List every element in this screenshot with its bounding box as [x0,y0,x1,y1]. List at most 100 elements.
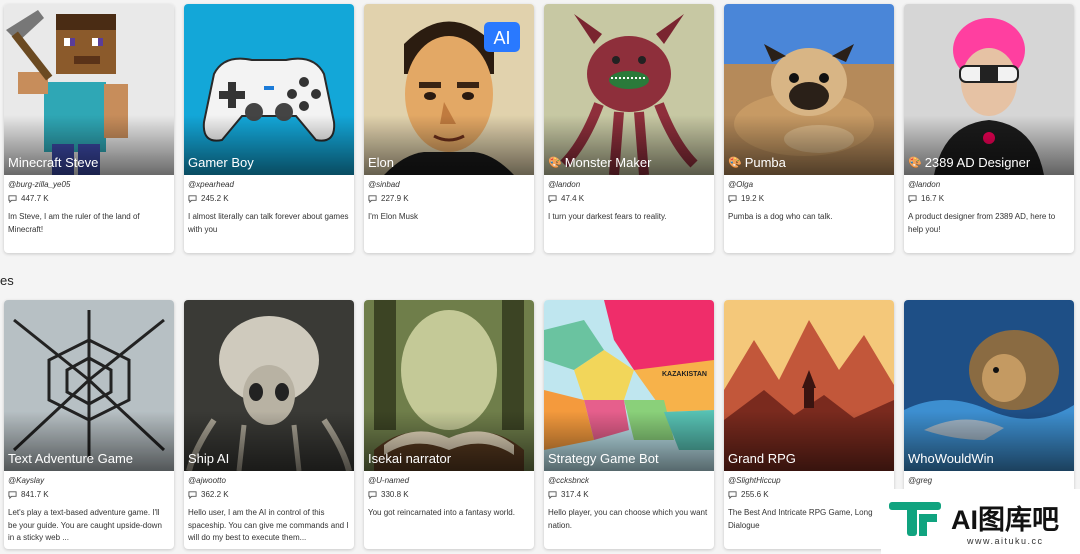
card-description: The Best And Intricate RPG Game, Long Di… [728,508,873,530]
characters-row-1: Minecraft Steve @burg-zilla_ye05 447.7 K… [4,4,1080,253]
card-thumbnail: 🎨 2389 AD Designer [904,4,1074,175]
card-meta: @landon 47.4 K I turn your darkest fears… [544,175,714,253]
card-author[interactable]: @Olga [728,180,890,191]
card-meta: @Olga 19.2 K Pumba is a dog who can talk… [724,175,894,253]
character-card-monster-maker[interactable]: 🎨 Monster Maker @landon 47.4 K I turn you… [544,4,714,253]
character-card-2389-ad-designer[interactable]: 🎨 2389 AD Designer @landon 16.7 K A produ… [904,4,1074,253]
chat-bubble-icon [728,490,737,499]
card-description: Hello user, I am the AI in control of th… [188,508,349,542]
chat-bubble-icon [908,194,917,203]
card-thumbnail: Ship AI [184,300,354,471]
card-author[interactable]: @sinbad [368,180,530,191]
card-title: WhoWouldWin [908,451,994,466]
chat-count: 227.9 K [368,191,530,205]
card-author[interactable]: @ccksbnck [548,476,710,487]
character-card-elon[interactable]: AI Elon @sinbad 227.9 K I'm Elon Musk [364,4,534,253]
card-thumbnail: Minecraft Steve [4,4,174,175]
palette-icon: 🎨 [728,157,742,169]
card-author[interactable]: @Kayslay [8,476,170,487]
palette-icon: 🎨 [908,157,922,169]
chat-count: 255.6 K [728,487,890,501]
watermark-url: www.aituku.cc [967,535,1044,546]
card-thumbnail: Grand RPG [724,300,894,471]
card-thumbnail: KAZAKISTAN Strategy Game Bot [544,300,714,471]
chat-count: 317.4 K [548,487,710,501]
character-card-gamer-boy[interactable]: Gamer Boy @xpearhead 245.2 K I almost li… [184,4,354,253]
card-author[interactable]: @landon [908,180,1070,191]
card-thumbnail: 🎨 Monster Maker [544,4,714,175]
chat-count: 16.7 K [908,191,1070,205]
chat-count: 47.4 K [548,191,710,205]
card-description: I turn your darkest fears to reality. [548,212,667,221]
card-thumbnail: AI Elon [364,4,534,175]
chat-count: 19.2 K [728,191,890,205]
character-card-ship-ai[interactable]: Ship AI @ajwootto 362.2 K Hello user, I … [184,300,354,549]
watermark: AI图库吧 www.aituku.cc [881,489,1080,554]
chat-bubble-icon [188,194,197,203]
card-description: Let's play a text-based adventure game. … [8,508,162,542]
card-author[interactable]: @greg [908,476,1070,487]
chat-count: 330.8 K [368,487,530,501]
chat-bubble-icon [8,194,17,203]
card-description: You got reincarnated into a fantasy worl… [368,508,515,517]
card-description: I'm Elon Musk [368,212,418,221]
character-card-text-adventure-game[interactable]: Text Adventure Game @Kayslay 841.7 K Let… [4,300,174,549]
character-card-grand-rpg[interactable]: Grand RPG @SlightHiccup 255.6 K The Best… [724,300,894,549]
card-meta: @ajwootto 362.2 K Hello user, I am the A… [184,471,354,549]
card-title: Strategy Game Bot [548,451,659,466]
card-title: Isekai narrator [368,451,452,466]
card-meta: @U-named 330.8 K You got reincarnated in… [364,471,534,549]
chat-bubble-icon [368,490,377,499]
card-title: Grand RPG [728,451,796,466]
card-meta: @xpearhead 245.2 K I almost literally ca… [184,175,354,253]
card-title: Minecraft Steve [8,155,99,170]
character-card-pumba[interactable]: 🎨 Pumba @Olga 19.2 K Pumba is a dog who c… [724,4,894,253]
ai-badge: AI [493,28,510,48]
chat-count: 245.2 K [188,191,350,205]
card-author[interactable]: @ajwootto [188,476,350,487]
card-thumbnail: WhoWouldWin [904,300,1074,471]
watermark-brand: AI图库吧 [951,505,1059,535]
card-title: 🎨 2389 AD Designer [908,155,1031,170]
card-description: Im Steve, I am the ruler of the land of … [8,212,140,234]
card-author[interactable]: @U-named [368,476,530,487]
card-title: Text Adventure Game [8,451,134,466]
card-author[interactable]: @landon [548,180,710,191]
card-description: Hello player, you can choose which you w… [548,508,708,530]
card-meta: @SlightHiccup 255.6 K The Best And Intri… [724,471,894,549]
card-title: Elon [368,155,395,170]
card-thumbnail: Gamer Boy [184,4,354,175]
card-author[interactable]: @xpearhead [188,180,350,191]
card-title: Ship AI [188,451,230,466]
card-meta: @Kayslay 841.7 K Let's play a text-based… [4,471,174,549]
card-meta: @landon 16.7 K A product designer from 2… [904,175,1074,253]
card-meta: @burg-zilla_ye05 447.7 K Im Steve, I am … [4,175,174,253]
chat-bubble-icon [548,194,557,203]
card-description: A product designer from 2389 AD, here to… [908,212,1056,234]
map-region-label: KAZAKISTAN [662,371,707,378]
chat-bubble-icon [188,490,197,499]
chat-bubble-icon [8,490,17,499]
card-thumbnail: 🎨 Pumba [724,4,894,175]
card-title: Gamer Boy [188,155,254,170]
card-author[interactable]: @burg-zilla_ye05 [8,180,170,191]
section-heading-partial: es [0,273,14,288]
character-card-minecraft-steve[interactable]: Minecraft Steve @burg-zilla_ye05 447.7 K… [4,4,174,253]
card-description: Pumba is a dog who can talk. [728,212,833,221]
character-card-isekai-narrator[interactable]: Isekai narrator @U-named 330.8 K You got… [364,300,534,549]
chat-bubble-icon [548,490,557,499]
palette-icon: 🎨 [548,157,562,169]
card-title: 🎨 Pumba [728,155,786,170]
aituku-logo-icon [889,501,941,536]
character-card-strategy-game-bot[interactable]: KAZAKISTAN Strategy Game Bot @ccksbnck 3… [544,300,714,549]
card-thumbnail: Text Adventure Game [4,300,174,471]
chat-count: 841.7 K [8,487,170,501]
chat-bubble-icon [728,194,737,203]
chat-bubble-icon [368,194,377,203]
card-author[interactable]: @SlightHiccup [728,476,890,487]
card-title: 🎨 Monster Maker [548,155,652,170]
chat-count: 362.2 K [188,487,350,501]
card-meta: @ccksbnck 317.4 K Hello player, you can … [544,471,714,549]
card-description: I almost literally can talk forever abou… [188,212,349,234]
chat-count: 447.7 K [8,191,170,205]
